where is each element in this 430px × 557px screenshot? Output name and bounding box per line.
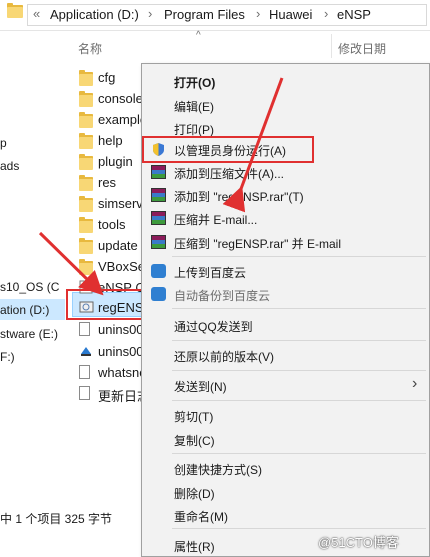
annotation-arrow-regensp [38,231,104,296]
annotation-arrows [38,77,284,296]
annotation-arrow-admin [222,77,284,213]
watermark: @51CTO博客 [318,535,399,550]
